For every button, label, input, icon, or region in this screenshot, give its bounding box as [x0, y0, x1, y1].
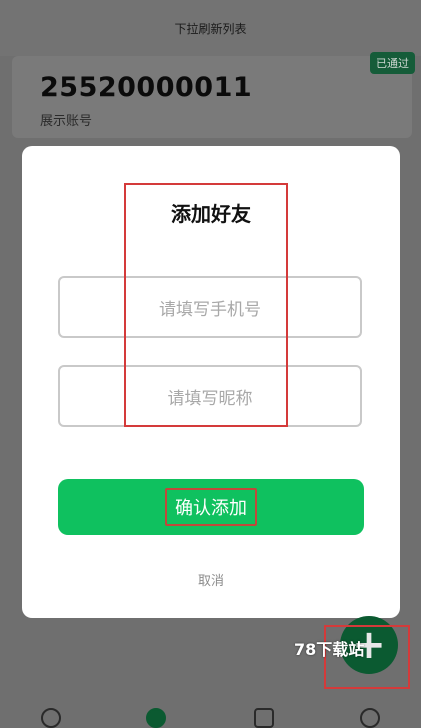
- account-number: 25520000011: [40, 72, 253, 103]
- nickname-placeholder: 请填写昵称: [167, 388, 253, 409]
- cancel-button[interactable]: 取消: [22, 570, 400, 589]
- top-bar: 下拉刷新列表: [0, 0, 421, 56]
- nav-clipboard-icon[interactable]: [254, 708, 274, 728]
- watermark: 78下载站: [294, 640, 365, 659]
- dialog-title: 添加好友: [171, 202, 251, 226]
- confirm-add-label: 确认添加: [165, 488, 257, 526]
- status-badge: 已通过: [370, 52, 415, 74]
- account-label: 展示账号: [40, 114, 93, 129]
- nav-contacts-icon[interactable]: [146, 708, 166, 728]
- nickname-input[interactable]: 请填写昵称: [58, 365, 362, 427]
- page-title: 下拉刷新列表: [174, 22, 247, 36]
- add-friend-dialog: 添加好友 请填写手机号 请填写昵称 确认添加 取消: [22, 146, 400, 618]
- phone-placeholder: 请填写手机号: [159, 299, 261, 320]
- confirm-add-button[interactable]: 确认添加: [58, 479, 364, 535]
- nav-home-icon[interactable]: [41, 708, 61, 728]
- phone-input[interactable]: 请填写手机号: [58, 276, 362, 338]
- nav-profile-icon[interactable]: [360, 708, 380, 728]
